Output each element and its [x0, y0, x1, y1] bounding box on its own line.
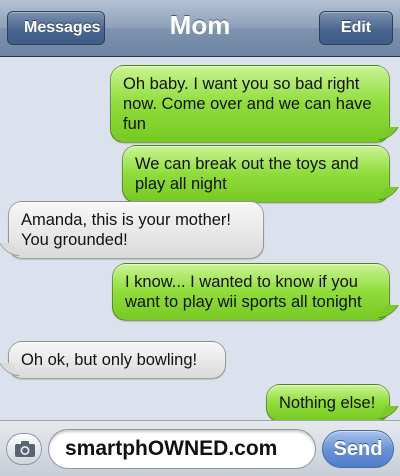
received-message: Oh ok, but only bowling! — [8, 341, 226, 379]
navigation-bar: Messages Mom Edit — [0, 0, 400, 57]
message-list[interactable]: Oh baby. I want you so bad right now. Co… — [0, 58, 400, 422]
send-button[interactable]: Send — [322, 430, 394, 468]
received-message: Amanda, this is your mother! You grounde… — [8, 201, 264, 259]
sent-message: We can break out the toys and play all n… — [122, 145, 390, 203]
edit-button[interactable]: Edit — [319, 11, 393, 45]
sent-message: Oh baby. I want you so bad right now. Co… — [110, 65, 390, 143]
sent-message: Nothing else! — [266, 384, 390, 422]
message-input-bar: smartphOWNED.com Send — [0, 420, 400, 476]
message-text-field[interactable]: smartphOWNED.com — [48, 429, 316, 469]
camera-icon — [15, 441, 35, 457]
camera-button[interactable] — [6, 433, 42, 465]
sent-message: I know... I wanted to know if you want t… — [112, 263, 390, 321]
